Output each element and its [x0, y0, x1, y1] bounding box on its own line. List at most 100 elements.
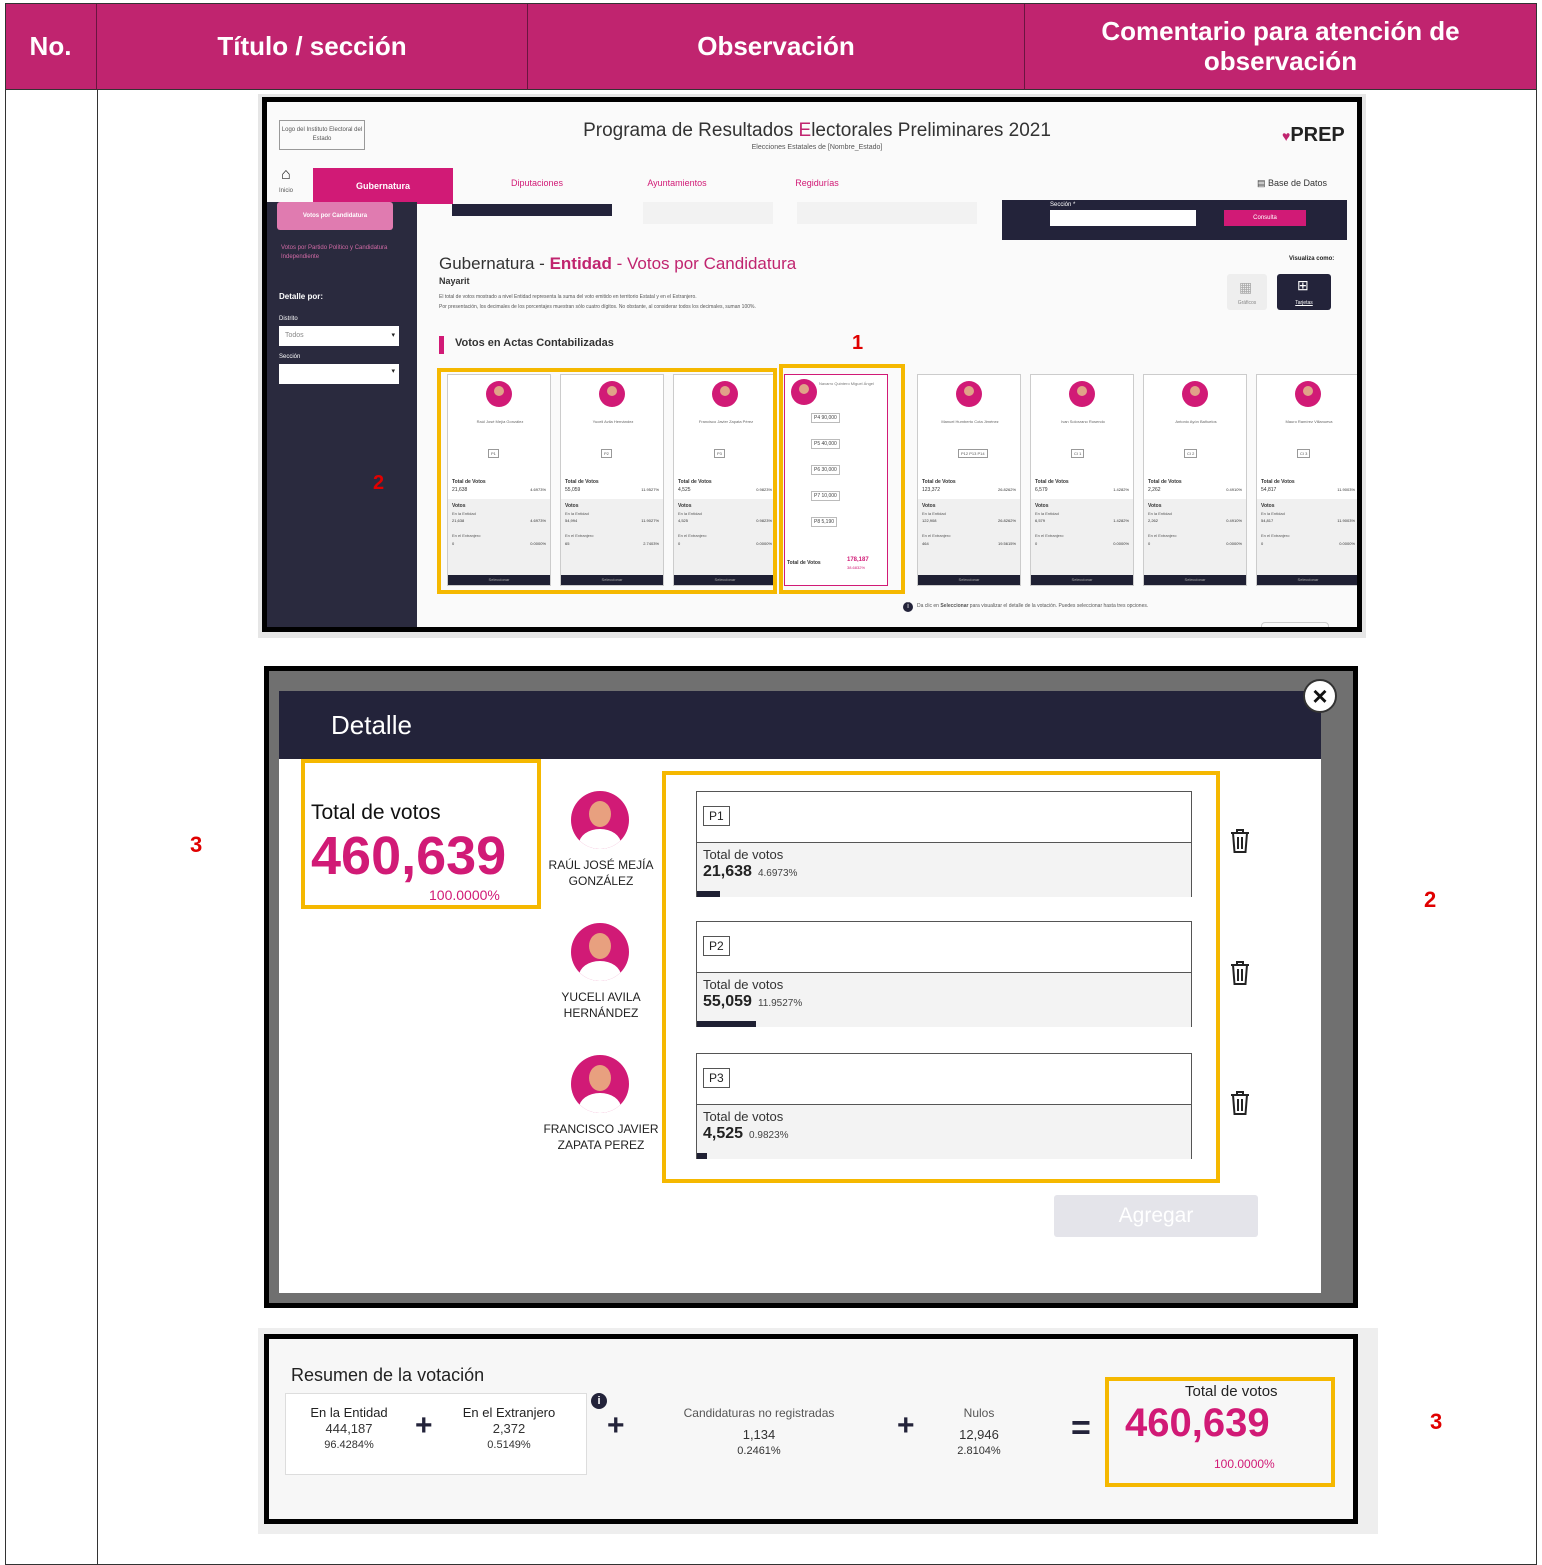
consulta-button[interactable]: Consulta: [1224, 210, 1306, 226]
no-reg-pct: 0.2461%: [737, 1445, 781, 1457]
footer-note-prefix: Da clic en: [917, 603, 941, 609]
highlight-box-2: [437, 368, 777, 594]
plus-icon: +: [607, 1409, 625, 1442]
votes-section-title: Votos en Actas Contabilizadas: [455, 337, 614, 349]
summary-title: Resumen de la votación: [291, 1365, 485, 1385]
avatar: [1295, 381, 1321, 407]
card-abroad-pct: 0.0000%: [1113, 541, 1129, 546]
card-candidate-name: Ivan Solorzano Rosendo: [1061, 419, 1105, 424]
tab-regidurias[interactable]: Regidurías: [767, 178, 867, 188]
card-abroad-label: En el Extranjero: [1148, 533, 1177, 538]
card-entity-value: 2,262: [1148, 518, 1159, 523]
card-select-button[interactable]: Seleccionar: [1144, 575, 1246, 585]
view-tables-label: Tarjetas: [1295, 300, 1313, 306]
extranjero-value: 2,372: [492, 1421, 526, 1436]
tab-ayuntamientos[interactable]: Ayuntamientos: [617, 178, 737, 188]
database-link-label: Base de Datos: [1268, 178, 1328, 188]
screenshot-prep-main: Logo del Instituto Electoral del Estado …: [262, 97, 1362, 632]
avatar: [1069, 381, 1095, 407]
candidate-card: Antonio Ayón Bañuelos CI 2 Total de Votos 2…: [1143, 374, 1247, 586]
close-icon[interactable]: ×: [1303, 679, 1337, 713]
prep-title: Programa de Resultados Electorales Preli…: [467, 120, 1167, 142]
card-votes-label: Votos: [1035, 503, 1049, 509]
prep-logo: ♥PREP: [1282, 124, 1345, 147]
candidate-name: YUCELI AVILA HERNÁNDEZ: [561, 990, 641, 1020]
card-abroad-label: En el Extranjero: [922, 533, 951, 538]
card-abroad-value: 0: [1148, 541, 1151, 546]
highlight-box-3: [1105, 1377, 1335, 1487]
avatar: [571, 1055, 629, 1113]
card-party-tag: CI 2: [1184, 449, 1198, 458]
card-total: 123,372 26.8262%: [922, 487, 1018, 493]
card-entity-value: 6,579: [1035, 518, 1046, 523]
chevron-down-icon: ▾: [391, 368, 395, 375]
card-total-pct: 11.9003%: [1337, 487, 1355, 492]
card-entity-pct: 1.4282%: [1113, 518, 1129, 523]
highlight-box-1: [779, 364, 905, 594]
heading-prefix: Gubernatura -: [439, 254, 550, 273]
entidad-pct: 96.4284%: [324, 1439, 374, 1451]
trash-icon[interactable]: [1229, 1089, 1251, 1117]
card-select-label: Seleccionar: [1184, 577, 1206, 582]
tab-gubernatura[interactable]: Gubernatura: [313, 168, 453, 204]
see-detail-button[interactable]: Ver detalle: [1261, 622, 1329, 627]
add-button[interactable]: Agregar: [1054, 1195, 1258, 1237]
sidebar: Votos por Candidatura Votos por Partido …: [267, 202, 417, 627]
title-prefix: Programa de Resultados: [583, 120, 799, 141]
screenshot-resumen: Resumen de la votación En la Entidad 444…: [264, 1334, 1358, 1524]
card-select-button[interactable]: Seleccionar: [1257, 575, 1357, 585]
entidad-value: 444,187: [325, 1421, 373, 1436]
card-candidate-name: Antonio Ayón Bañuelos: [1175, 419, 1217, 424]
footer-note: Da clic en Seleccionar para visualizar e…: [917, 603, 1148, 609]
card-votes-label: Votos: [1148, 503, 1162, 509]
view-as-label: Visualiza como:: [1289, 256, 1335, 262]
card-party-tag: P12 P13 P14: [958, 449, 988, 458]
section-marker: [439, 336, 444, 354]
section-heading: Gubernatura - Entidad - Votos por Candid…: [439, 254, 796, 274]
modal-title: Detalle: [331, 709, 412, 740]
card-entity-label: En la Entidad: [1148, 511, 1172, 516]
tab-diputaciones[interactable]: Diputaciones: [477, 178, 597, 188]
highlight-box-3: [301, 759, 541, 909]
view-graphs-button[interactable]: ▦ Gráficos: [1227, 274, 1267, 310]
seccion-input[interactable]: [1050, 210, 1196, 226]
database-icon: ▤: [1257, 178, 1269, 188]
info-icon: i: [903, 602, 913, 612]
top-stat-box: [643, 202, 773, 224]
detail-by-label: Detalle por:: [279, 292, 324, 301]
sidebar-parties-link[interactable]: Votos por Partido Político y Candidatura…: [281, 244, 391, 262]
screenshot-detalle-modal: Detalle Total de votos 460,639 100.0000%…: [264, 666, 1358, 1308]
home-icon[interactable]: ⌂: [281, 166, 291, 184]
grid-icon: ⊞: [1297, 277, 1309, 293]
no-reg-label: Candidaturas no registradas: [683, 1406, 835, 1420]
card-select-label: Seleccionar: [1071, 577, 1093, 582]
top-stat-box: [857, 202, 977, 224]
card-entity: 122,908 26.8262%: [922, 518, 1018, 523]
chart-icon: ▦: [1239, 279, 1253, 295]
trash-icon[interactable]: [1229, 827, 1251, 855]
summary-no-registradas: Candidaturas no registradas 1,134 0.2461…: [649, 1405, 869, 1459]
distrito-select[interactable]: Todos ▾: [279, 326, 399, 346]
card-select-button[interactable]: Seleccionar: [918, 575, 1020, 585]
sidebar-votes-button[interactable]: Votos por Candidatura: [277, 202, 393, 230]
card-abroad-label: En el Extranjero: [1261, 533, 1290, 538]
view-tables-button[interactable]: ⊞ Tarjetas: [1277, 274, 1331, 310]
card-select-button[interactable]: Seleccionar: [1031, 575, 1133, 585]
seccion-label: Sección: [279, 354, 301, 360]
card-abroad: 0 0.0000%: [1261, 541, 1357, 546]
card-candidate-name: Mauro Ramírez Villanueva: [1285, 419, 1333, 424]
card-total-label: Total de Votos: [1148, 479, 1182, 485]
card-entity: 2,262 0.4910%: [1148, 518, 1244, 523]
distrito-select-value: Todos: [285, 332, 304, 339]
info-icon[interactable]: i: [591, 1393, 607, 1409]
marker-2: 2: [373, 472, 385, 494]
card-votes-label: Votos: [922, 503, 936, 509]
card-total: 6,579 1.4282%: [1035, 487, 1131, 493]
trash-icon[interactable]: [1229, 959, 1251, 987]
database-link[interactable]: ▤ Base de Datos: [1257, 178, 1327, 189]
no-reg-value: 1,134: [742, 1427, 776, 1442]
card-total-label: Total de Votos: [922, 479, 956, 485]
seccion-select[interactable]: ▾: [279, 364, 399, 384]
card-votes-label: Votos: [1261, 503, 1275, 509]
card-entity: 54,817 11.9003%: [1261, 518, 1357, 523]
